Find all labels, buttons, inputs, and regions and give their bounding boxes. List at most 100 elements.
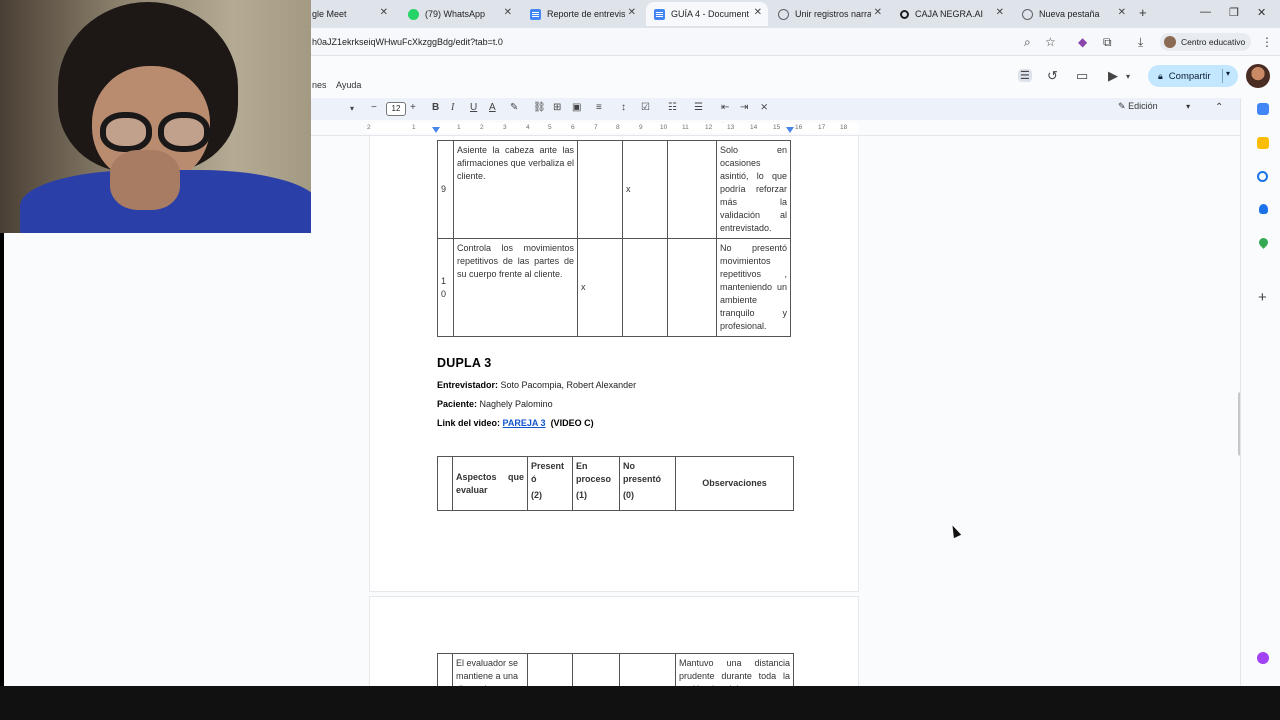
score-cell[interactable] (619, 653, 676, 686)
extension-icon[interactable]: ◆ (1078, 35, 1087, 49)
calendar-icon[interactable] (1257, 103, 1269, 115)
close-icon[interactable]: ✕ (754, 7, 762, 18)
glasses-right (158, 112, 210, 152)
ruler-tick: 8 (616, 124, 620, 131)
new-tab-button[interactable]: + (1139, 5, 1147, 20)
score-cell[interactable] (577, 140, 623, 239)
chevron-down-icon[interactable]: ▾ (350, 104, 354, 113)
close-icon[interactable]: ✕ (504, 7, 512, 18)
collapse-toolbar-icon[interactable]: ⌃ (1215, 102, 1223, 113)
header-aspect[interactable]: Aspectos que evaluar (452, 456, 528, 511)
increase-font-icon[interactable]: + (410, 102, 416, 113)
close-icon[interactable]: ✕ (874, 7, 882, 18)
header-observaciones[interactable]: Observaciones (675, 456, 794, 511)
chevron-down-icon[interactable]: ▾ (1226, 69, 1230, 78)
keep-icon[interactable] (1257, 137, 1269, 149)
outline-icon[interactable]: ☰ (1018, 69, 1032, 82)
score-cell[interactable]: x (577, 238, 623, 337)
table-row: 1 0 Controla los movimientos repetitivos… (437, 238, 791, 337)
line-spacing-icon[interactable]: ↕ (621, 102, 626, 113)
underline-icon[interactable]: U (470, 102, 477, 113)
observation-cell[interactable]: No presentó movimientos repetitivos , ma… (716, 238, 791, 337)
comment-icon[interactable]: ▭ (1076, 68, 1088, 84)
chevron-down-icon[interactable]: ▾ (1126, 72, 1130, 81)
link-icon[interactable]: ⛓ (533, 102, 546, 113)
ruler-tick: 17 (818, 124, 826, 131)
score-cell[interactable] (572, 653, 620, 686)
menu-item-help[interactable]: Ayuda (336, 80, 361, 90)
tab-guia-4[interactable]: GUÍA 4 - Documento ✕ (646, 2, 768, 26)
video-link-suffix: (VIDEO C) (550, 418, 594, 428)
align-icon[interactable]: ≡ (596, 102, 602, 113)
observation-cell[interactable]: Mantuvo una distancia prudente durante t… (675, 653, 794, 686)
ruler-tick: 14 (750, 124, 758, 131)
minimize-icon[interactable]: — (1200, 6, 1211, 18)
aspect-cell[interactable]: Asiente la cabeza ante las afirmaciones … (453, 140, 578, 239)
share-button[interactable]: 🔒︎ Compartir ▾ (1148, 65, 1238, 87)
italic-icon[interactable]: I (451, 102, 454, 113)
ruler-tick: 12 (705, 124, 713, 131)
header-cell (437, 456, 453, 511)
patient-line[interactable]: Paciente: Naghely Palomino (437, 399, 553, 409)
clear-formatting-icon[interactable]: ⨯ (760, 102, 768, 113)
menu-item-partial[interactable]: nes (312, 80, 327, 90)
tab-nueva-pestana[interactable]: Nueva pestaña ✕ (1014, 2, 1132, 26)
bulleted-list-icon[interactable]: ☷ (668, 102, 677, 113)
highlight-icon[interactable]: ✎ (510, 102, 518, 113)
extensions-puzzle-icon[interactable]: ⧉ (1103, 35, 1112, 50)
header-en-proceso-label: En proceso (576, 461, 612, 484)
history-icon[interactable]: ↺ (1047, 68, 1058, 84)
tab-reporte[interactable]: Reporte de entrevista ✕ (522, 2, 642, 26)
score-cell[interactable] (667, 140, 717, 239)
restore-icon[interactable]: ❐ (1229, 6, 1239, 19)
avatar[interactable] (1246, 64, 1270, 88)
close-icon[interactable]: ✕ (996, 7, 1004, 18)
meet-icon[interactable]: ▶ (1108, 68, 1118, 84)
close-icon[interactable]: ✕ (380, 7, 388, 18)
aspect-cell[interactable]: Controla los movimientos repetitivos de … (453, 238, 578, 337)
score-cell[interactable] (527, 653, 573, 686)
observation-cell[interactable]: Solo en ocasiones asintió, lo que podría… (716, 140, 791, 239)
decrease-indent-icon[interactable]: ⇤ (721, 102, 729, 113)
image-icon[interactable]: ▣ (572, 102, 581, 113)
contacts-icon[interactable] (1259, 204, 1268, 214)
profile-chip[interactable]: Centro educativo (1160, 33, 1252, 51)
close-icon[interactable]: ✕ (1118, 7, 1126, 18)
header-en-proceso[interactable]: En proceso (1) (572, 456, 620, 511)
text-color-icon[interactable]: A (489, 102, 496, 113)
score-cell[interactable] (667, 238, 717, 337)
tab-google-meet[interactable]: gle Meet ✕ (304, 2, 394, 26)
zoom-icon[interactable]: ⌕ (1024, 35, 1031, 50)
decrease-font-icon[interactable]: − (371, 102, 377, 113)
close-icon[interactable]: ✕ (628, 7, 636, 18)
tab-caja-negra[interactable]: CAJA NEGRA.AI ✕ (892, 2, 1010, 26)
right-indent-marker[interactable] (786, 127, 794, 133)
increase-indent-icon[interactable]: ⇥ (740, 102, 748, 113)
kebab-menu-icon[interactable]: ⋮ (1261, 35, 1273, 49)
gemini-icon[interactable] (1257, 652, 1269, 664)
tab-unir-registros[interactable]: Unir registros narrati ✕ (770, 2, 888, 26)
tab-whatsapp[interactable]: (79) WhatsApp ✕ (400, 2, 518, 26)
score-cell[interactable] (622, 238, 668, 337)
numbered-list-icon[interactable]: ☰ (694, 102, 703, 113)
close-window-icon[interactable]: ✕ (1257, 6, 1266, 19)
font-size-input[interactable]: 12 (386, 102, 406, 116)
header-presento[interactable]: Present ó (2) (527, 456, 573, 511)
download-icon[interactable]: ⤓ (1138, 35, 1143, 50)
video-link[interactable]: PAREJA 3 (503, 418, 546, 428)
checklist-icon[interactable]: ☑ (641, 102, 650, 113)
editing-mode-button[interactable]: ✎ Edición ▾ (1118, 101, 1190, 112)
section-heading[interactable]: DUPLA 3 (437, 356, 491, 370)
bookmark-star-icon[interactable]: ☆ (1045, 35, 1056, 49)
tasks-icon[interactable] (1257, 171, 1268, 182)
aspect-cell[interactable]: El evaluador se mantiene a una distancia (452, 653, 528, 686)
add-addon-icon[interactable]: + (1258, 289, 1267, 306)
header-no-presento[interactable]: No presentó (0) (619, 456, 676, 511)
interviewer-line[interactable]: Entrevistador: Soto Pacompia, Robert Ale… (437, 380, 636, 390)
ruler-tick: 16 (795, 124, 803, 131)
left-indent-marker[interactable] (432, 127, 440, 133)
url-field[interactable]: h0aJZ1ekrkseiqWHwuFcXkzggBdg/edit?tab=t.… (312, 37, 503, 47)
score-cell[interactable]: x (622, 140, 668, 239)
add-comment-icon[interactable]: ⊞ (553, 102, 561, 113)
bold-icon[interactable]: B (432, 102, 439, 113)
